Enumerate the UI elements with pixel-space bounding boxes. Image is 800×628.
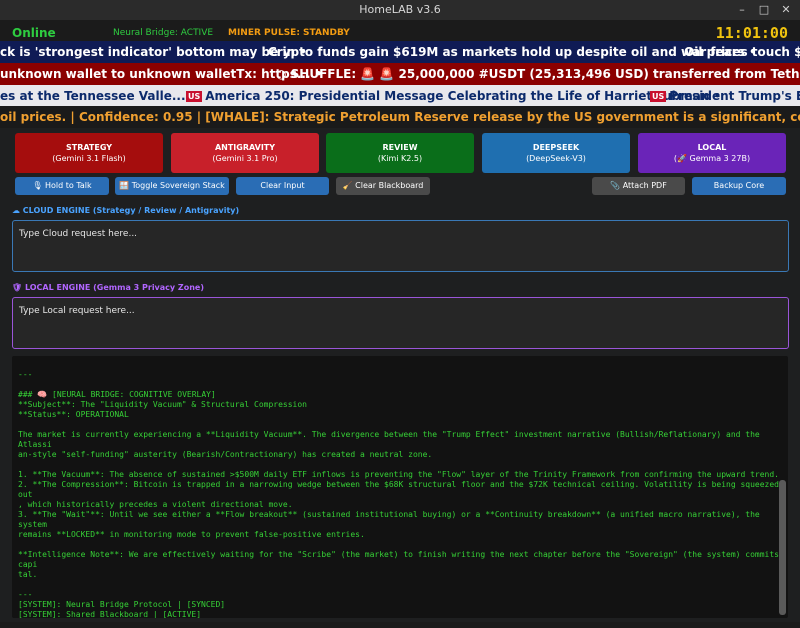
console-line: 1. **The Vacuum**: The absence of sustai… (18, 470, 779, 479)
hold-to-talk-button[interactable]: 🎙 Hold to Talk (15, 177, 109, 195)
us-flag-icon: US (186, 91, 203, 102)
console-line: **Subject**: The "Liquidity Vacuum" & St… (18, 400, 307, 409)
window-title: HomeLAB v3.6 (359, 3, 441, 16)
console-line: --- (18, 370, 33, 379)
console-line: [SYSTEM]: Neural Bridge Protocol | [SYNC… (18, 600, 226, 609)
console-line: 2. **The Compression**: Bitcoin is trapp… (18, 480, 779, 499)
console-line: **Status**: OPERATIONAL (18, 410, 129, 419)
engine-label: DEEPSEEK (532, 143, 580, 152)
local-engine-label: 🛡 LOCAL ENGINE (Gemma 3 Privacy Zone) (12, 283, 204, 292)
review-engine-button[interactable]: REVIEW (Kimi K2.5) (326, 133, 474, 173)
engine-model: (Gemini 3.1 Pro) (212, 154, 278, 163)
clock: 11:01:00 (715, 24, 788, 42)
ticker-item: America 250: Presidential Message Celebr… (205, 89, 722, 103)
antigravity-engine-button[interactable]: ANTIGRAVITY (Gemini 3.1 Pro) (171, 133, 319, 173)
shared-blackboard-console[interactable]: --- ### 🧠 [NEURAL BRIDGE: COGNITIVE OVER… (12, 356, 788, 618)
engine-label: LOCAL (697, 143, 727, 152)
neural-bridge-status: Neural Bridge: ACTIVE (113, 28, 214, 38)
window-titlebar: HomeLAB v3.6 – □ ✕ (0, 0, 800, 20)
console-scrollbar[interactable] (779, 480, 786, 615)
clear-input-button[interactable]: Clear Input (236, 177, 329, 195)
ticker-item: oil prices. | Confidence: 0.95 | [WHALE]… (0, 110, 800, 124)
engine-model: (Gemini 3.1 Flash) (52, 154, 126, 163)
news-ticker-2: unknown wallet to unknown walletTx: http… (0, 63, 800, 85)
console-line: tal. (18, 570, 38, 579)
local-engine-button[interactable]: LOCAL (🚀 Gemma 3 27B) (638, 133, 786, 173)
engine-label: ANTIGRAVITY (214, 143, 276, 152)
engine-model: (🚀 Gemma 3 27B) (673, 154, 751, 163)
ticker-item: President Trump's Econ (669, 89, 800, 103)
engine-model: (DeepSeek-V3) (526, 154, 586, 163)
backup-core-button[interactable]: Backup Core (692, 177, 786, 195)
close-icon[interactable]: ✕ (778, 2, 794, 18)
maximize-icon[interactable]: □ (756, 2, 772, 18)
console-line: , which historically precedes a violent … (18, 500, 293, 509)
news-ticker-1: ck is 'strongest indicator' bottom may b… (0, 41, 800, 63)
bottom-strip (0, 622, 800, 628)
console-line: remains **LOCKED** in monitoring mode to… (18, 530, 365, 539)
local-request-input[interactable]: Type Local request here... (12, 297, 789, 349)
online-status: Online (12, 26, 56, 40)
ticker-item: ○ SHUFFLE: 🚨 🚨 25,000,000 #USDT (25,313,… (276, 67, 800, 81)
engine-label: REVIEW (382, 143, 418, 152)
minimize-icon[interactable]: – (734, 2, 750, 18)
news-ticker-3: es at the Tennessee Valle... • US America… (0, 85, 800, 107)
console-line: [SYSTEM]: Shared Blackboard | [ACTIVE] (18, 610, 202, 618)
miner-pulse-status: MINER PULSE: STANDBY (228, 28, 350, 38)
deepseek-engine-button[interactable]: DEEPSEEK (DeepSeek-V3) (482, 133, 630, 173)
ticker-item: ck is 'strongest indicator' bottom may b… (0, 45, 307, 59)
cloud-request-input[interactable]: Type Cloud request here... (12, 220, 789, 272)
cloud-engine-label: ☁ CLOUD ENGINE (Strategy / Review / Anti… (12, 206, 240, 215)
ticker-item-group: US America 250: Presidential Message Cele… (186, 85, 721, 107)
ticker-item: unknown wallet to unknown walletTx: http… (0, 67, 323, 81)
ticker-item: Oil prices touch $100 (684, 45, 800, 59)
engine-model: (Kimi K2.5) (377, 154, 423, 163)
ticker-item-group: USPresident Trump's Econ (650, 85, 800, 107)
console-line: --- (18, 590, 33, 599)
ticker-item: es at the Tennessee Valle... • (0, 89, 198, 103)
console-line: 3. **The "Wait"**: Until we see either a… (18, 510, 765, 529)
console-line: an-style "self-funding" austerity (Beari… (18, 450, 433, 459)
attach-pdf-button[interactable]: 📎 Attach PDF (592, 177, 685, 195)
clear-blackboard-button[interactable]: 🧹 Clear Blackboard (336, 177, 430, 195)
strategy-engine-button[interactable]: STRATEGY (Gemini 3.1 Flash) (15, 133, 163, 173)
window-controls: – □ ✕ (734, 2, 794, 18)
news-ticker-4: oil prices. | Confidence: 0.95 | [WHALE]… (0, 106, 800, 128)
toggle-sovereign-stack-button[interactable]: 🪟 Toggle Sovereign Stack (115, 177, 229, 195)
console-line: **Intelligence Note**: We are effectivel… (18, 550, 779, 569)
us-flag-icon: US (650, 91, 667, 102)
console-line: The market is currently experiencing a *… (18, 430, 765, 449)
engine-label: STRATEGY (65, 143, 113, 152)
console-line: ### 🧠 [NEURAL BRIDGE: COGNITIVE OVERLAY] (18, 390, 216, 399)
